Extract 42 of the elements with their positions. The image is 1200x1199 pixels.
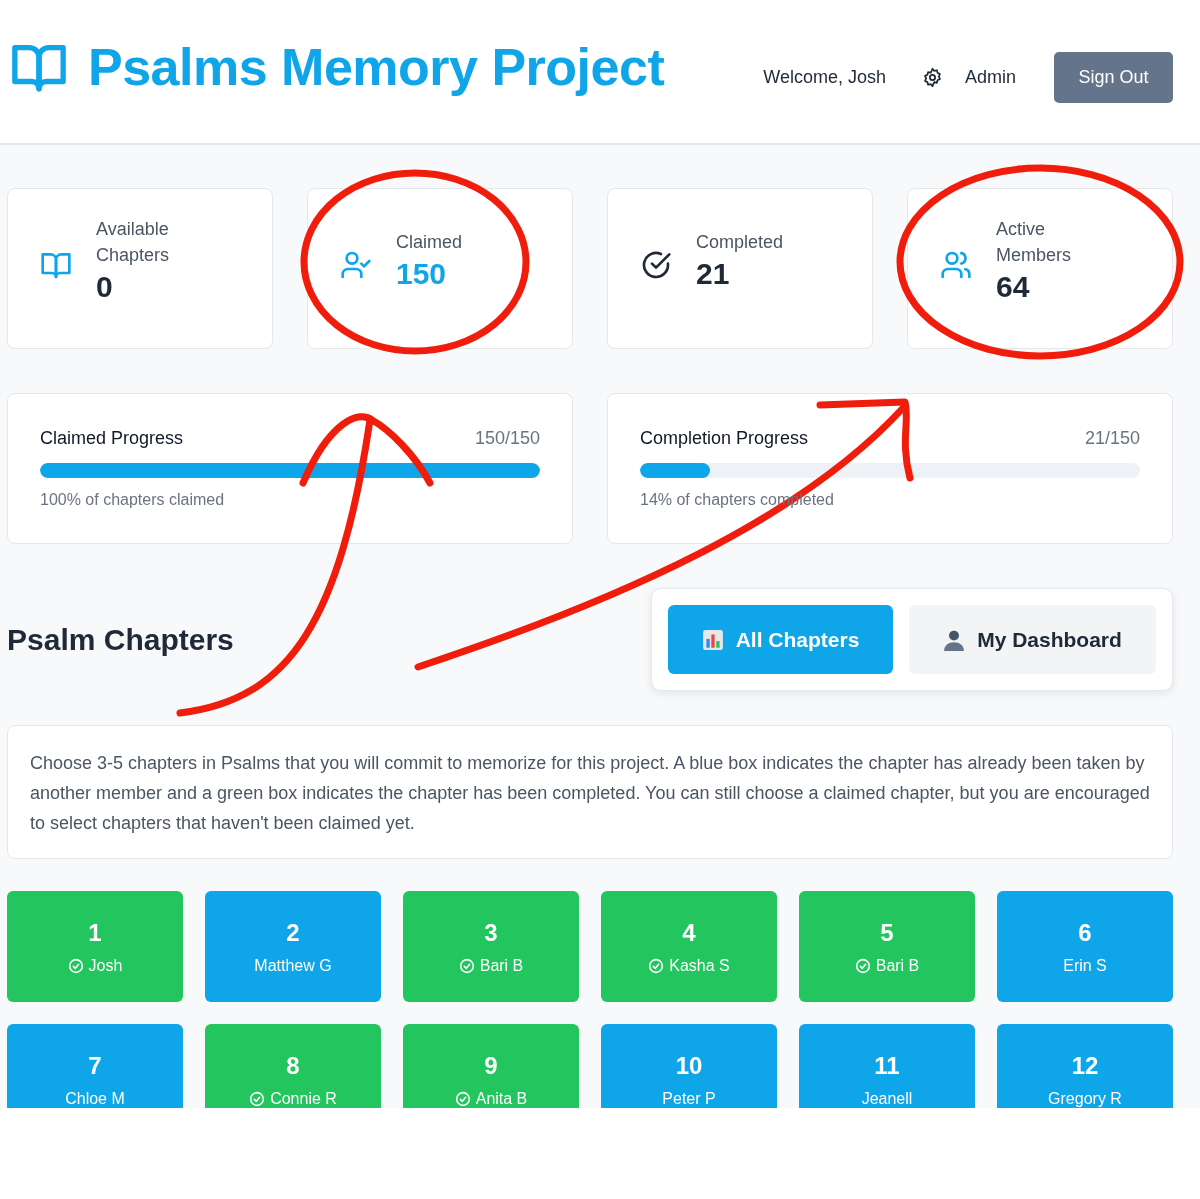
check-circle-icon [854,957,871,974]
check-circle-icon [648,957,665,974]
bar-chart-icon [701,628,724,651]
progress-count: 21/150 [1084,428,1140,449]
chapter-tile[interactable]: 1 Josh [7,891,183,1002]
progress-title: Completion Progress [640,428,809,449]
admin-link[interactable]: Admin [964,67,1016,88]
chapter-tile[interactable]: 11 Jeanell [799,1024,975,1108]
chapter-tile[interactable]: 6 Erin S [997,891,1173,1002]
instructions-text: Choose 3-5 chapters in Psalms that you will commit to memorize for this project. A blue box indicates the chapter has already been taken by another member and a green box indicates the chapter has been completed. You can still choose a claimed chapter, but you are encouraged to select chapters that haven't been claimed yet. [30,752,1150,835]
chapter-tile[interactable]: 8 Connie R [205,1024,381,1108]
person-icon [943,628,966,651]
stat-label: Available Chapters [96,217,171,267]
chapter-tile[interactable]: 5 Bari B [799,891,975,1002]
welcome-text: Welcome, Josh [763,67,886,88]
chapter-tile[interactable]: 3 Bari B [403,891,579,1002]
chapter-tile[interactable]: 2 Matthew G [205,891,381,1002]
chapter-tile[interactable]: 10 Peter P [601,1024,777,1108]
check-circle-icon [249,1090,266,1107]
stat-value: 150 [396,256,448,291]
progress-caption: 100% of chapters claimed [40,491,225,509]
chapter-tile[interactable]: 9 Anita B [403,1024,579,1108]
check-circle-icon [458,957,475,974]
stat-value: 64 [996,269,1031,304]
progress-count: 150/150 [474,428,540,449]
sign-out-button[interactable]: Sign Out [1054,52,1173,103]
stat-value: 21 [696,256,731,291]
chapter-tile[interactable]: 12 Gregory R [997,1024,1173,1108]
view-tab[interactable]: All Chapters [668,605,893,674]
check-circle-icon [67,957,84,974]
chapter-tile[interactable]: 4 Kasha S [601,891,777,1002]
settings-icon[interactable] [921,67,943,88]
app-title: Psalms Memory Project [88,36,665,97]
check-circle-icon [454,1090,471,1107]
section-title: Psalm Chapters [7,622,234,657]
stat-label: Active Members [996,217,1072,267]
stat-label: Completed [696,230,785,254]
chapter-tile[interactable]: 7 Chloe M [7,1024,183,1108]
view-tab[interactable]: My Dashboard [909,605,1156,674]
stat-value: 0 [96,269,114,304]
stat-label: Claimed [396,230,464,254]
progress-title: Claimed Progress [40,428,184,449]
